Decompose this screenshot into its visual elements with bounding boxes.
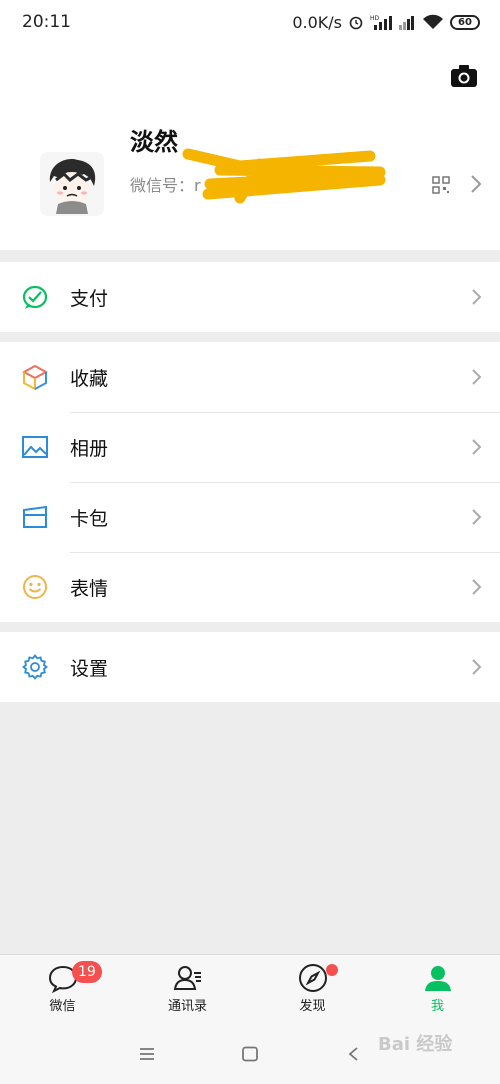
home-icon[interactable]	[241, 1046, 259, 1062]
status-indicators: 0.0K/s HD 60	[292, 13, 480, 32]
menu-label-favorites: 收藏	[70, 367, 109, 390]
menu-label-album: 相册	[70, 437, 109, 460]
status-time: 20:11	[22, 12, 71, 32]
contacts-icon	[173, 966, 201, 990]
chevron-right-icon	[472, 439, 482, 455]
unread-badge: 19	[72, 961, 102, 983]
nickname: 淡然	[130, 128, 178, 156]
gear-icon	[22, 654, 48, 680]
menu-item-pay[interactable]: 支付	[0, 262, 500, 332]
menu-item-cards[interactable]: 卡包	[0, 482, 500, 552]
tab-me[interactable]: 我	[375, 955, 500, 1024]
menu-item-stickers[interactable]: 表情	[0, 552, 500, 622]
smiley-icon	[23, 575, 47, 599]
menu-label-pay: 支付	[70, 287, 109, 310]
chevron-right-icon	[472, 509, 482, 525]
menu-label-cards: 卡包	[70, 507, 109, 530]
status-bar: 20:11 0.0K/s HD 60	[0, 0, 500, 44]
profile-header[interactable]: 淡然 微信号：r	[0, 44, 500, 250]
chevron-right-icon	[472, 579, 482, 595]
compass-icon	[298, 964, 327, 992]
tab-discover[interactable]: 发现	[250, 955, 375, 1024]
chevron-right-icon[interactable]	[470, 174, 482, 194]
favorites-cube-icon	[22, 364, 48, 390]
tab-label-chats: 微信	[49, 999, 76, 1014]
menu-group-main: 收藏 相册 卡包 表情	[0, 342, 500, 622]
bottom-tab-bar: 微信 19 通讯录 发现 我	[0, 954, 500, 1024]
chevron-right-icon	[472, 369, 482, 385]
tab-label-me: 我	[430, 999, 444, 1014]
wechat-me-page: 20:11 0.0K/s HD 60 淡然 微信号：r 支付 收藏 相册 卡包 …	[0, 0, 500, 1084]
tab-label-discover: 发现	[299, 999, 326, 1014]
signal-icon	[399, 16, 414, 30]
tab-chats[interactable]: 微信 19	[0, 955, 125, 1024]
back-icon[interactable]	[346, 1046, 360, 1062]
signal-hd-icon: HD	[370, 15, 392, 30]
menu-item-album[interactable]: 相册	[0, 412, 500, 482]
wifi-icon	[423, 14, 443, 29]
new-dot-badge	[326, 964, 338, 976]
album-icon	[22, 436, 48, 458]
menu-item-settings[interactable]: 设置	[0, 632, 500, 702]
avatar-cartoon-icon	[49, 158, 96, 214]
svg-text:HD: HD	[370, 15, 380, 22]
tab-contacts[interactable]: 通讯录	[125, 955, 250, 1024]
camera-icon[interactable]	[450, 64, 478, 88]
avatar[interactable]	[40, 152, 104, 216]
network-speed: 0.0K/s	[292, 12, 342, 32]
pay-icon	[22, 285, 48, 309]
card-wallet-icon	[23, 505, 47, 528]
redaction-scribble	[182, 148, 386, 204]
person-icon	[424, 966, 451, 991]
menu-label-stickers: 表情	[70, 577, 109, 600]
menu-icon[interactable]	[138, 1046, 156, 1062]
watermark: Bai 经验	[378, 1034, 453, 1055]
tab-label-contacts: 通讯录	[167, 999, 207, 1014]
chevron-right-icon	[472, 659, 482, 675]
menu-group-pay: 支付	[0, 262, 500, 332]
menu-item-favorites[interactable]: 收藏	[0, 342, 500, 412]
battery-indicator: 60	[450, 14, 480, 30]
alarm-icon	[349, 16, 363, 30]
menu-group-settings: 设置	[0, 632, 500, 702]
chevron-right-icon	[472, 289, 482, 305]
qr-code-icon[interactable]	[432, 176, 450, 194]
menu-label-settings: 设置	[70, 657, 109, 680]
